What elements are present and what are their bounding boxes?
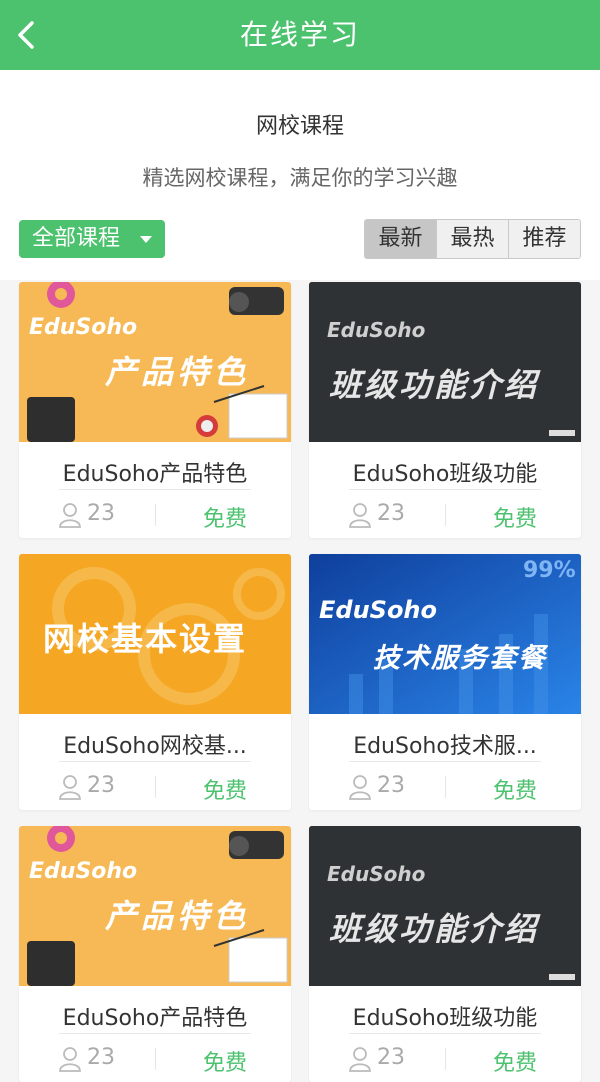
user-icon <box>59 775 81 800</box>
user-icon <box>349 775 371 800</box>
thumb-brand-text: EduSoho <box>29 859 138 884</box>
thumb-brand-text: EduSoho <box>319 596 438 624</box>
price-label: 免费 <box>492 1051 537 1076</box>
divider <box>349 1033 541 1034</box>
course-title: EduSoho班级功能 <box>352 1006 538 1031</box>
student-count: 23 <box>87 773 115 798</box>
thumb-extra-text: 99% <box>523 558 576 583</box>
course-thumbnail: EduSoho 产品特色 <box>19 826 291 986</box>
price-label: 免费 <box>492 507 537 532</box>
divider <box>445 504 446 526</box>
course-thumbnail: EduSoho 产品特色 <box>19 282 291 442</box>
divider <box>445 1048 446 1070</box>
thumb-brand-text: EduSoho <box>29 315 138 340</box>
course-meta: 23 免费 <box>309 498 581 534</box>
course-thumbnail: EduSoho 班级功能介绍 <box>309 282 581 442</box>
course-meta: 23 免费 <box>19 498 291 534</box>
divider <box>59 1033 251 1034</box>
divider <box>349 489 541 490</box>
course-card[interactable]: 99% EduSoho 技术服务套餐 EduSoho技术服... 23 免费 <box>309 554 581 810</box>
student-count: 23 <box>377 773 405 798</box>
divider <box>445 776 446 798</box>
course-title: EduSoho产品特色 <box>62 462 248 487</box>
price-label: 免费 <box>202 779 247 804</box>
course-card[interactable]: EduSoho 班级功能介绍 EduSoho班级功能 23 免费 <box>309 282 581 538</box>
course-card[interactable]: EduSoho 产品特色 EduSoho产品特色 23 免费 <box>19 282 291 538</box>
price-label: 免费 <box>492 779 537 804</box>
divider <box>349 761 541 762</box>
section-intro: 网校课程 精选网校课程，满足你的学习兴趣 <box>0 70 600 200</box>
price-label: 免费 <box>202 507 247 532</box>
course-title: EduSoho产品特色 <box>62 1006 248 1031</box>
divider <box>155 504 156 526</box>
thumb-title-text: 班级功能介绍 <box>329 366 540 404</box>
thumb-brand-text: EduSoho <box>327 862 426 886</box>
thumb-title-text: 班级功能介绍 <box>329 910 540 948</box>
student-count: 23 <box>377 501 405 526</box>
course-card[interactable]: 网校基本设置 EduSoho网校基... 23 免费 <box>19 554 291 810</box>
sort-tab-recommended[interactable]: 推荐 <box>509 220 580 258</box>
page-title: 在线学习 <box>239 18 360 51</box>
student-count: 23 <box>87 501 115 526</box>
thumb-title-text: 产品特色 <box>105 353 250 391</box>
divider <box>155 776 156 798</box>
student-count: 23 <box>87 1045 115 1070</box>
course-thumbnail: 网校基本设置 <box>19 554 291 714</box>
course-card[interactable]: EduSoho 班级功能介绍 EduSoho班级功能 23 免费 <box>309 826 581 1082</box>
thumb-title-text: 技术服务套餐 <box>373 643 547 674</box>
divider <box>155 1048 156 1070</box>
course-thumbnail: EduSoho 班级功能介绍 <box>309 826 581 986</box>
divider <box>59 761 251 762</box>
user-icon <box>59 503 81 528</box>
course-card[interactable]: EduSoho 产品特色 EduSoho产品特色 23 免费 <box>19 826 291 1082</box>
course-meta: 23 免费 <box>309 770 581 806</box>
app-header: 在线学习 <box>0 0 600 70</box>
course-meta: 23 免费 <box>309 1042 581 1078</box>
student-count: 23 <box>377 1045 405 1070</box>
thumb-title-text: 网校基本设置 <box>43 620 248 658</box>
sort-tabs: 最新 最热 推荐 <box>364 219 581 259</box>
course-thumbnail: 99% EduSoho 技术服务套餐 <box>309 554 581 714</box>
user-icon <box>349 503 371 528</box>
user-icon <box>59 1047 81 1072</box>
thumb-brand-text: EduSoho <box>327 318 426 342</box>
thumb-title-text: 产品特色 <box>105 897 250 935</box>
divider <box>59 489 251 490</box>
category-dropdown[interactable]: 全部课程 <box>19 220 165 258</box>
sort-tab-hottest[interactable]: 最热 <box>437 220 509 258</box>
course-meta: 23 免费 <box>19 770 291 806</box>
course-title: EduSoho班级功能 <box>352 462 538 487</box>
course-meta: 23 免费 <box>19 1042 291 1078</box>
user-icon <box>349 1047 371 1072</box>
section-heading: 网校课程 <box>255 114 344 139</box>
course-title: EduSoho技术服... <box>353 734 537 759</box>
course-title: EduSoho网校基... <box>63 734 247 759</box>
section-subtitle: 精选网校课程，满足你的学习兴趣 <box>142 166 458 190</box>
category-label: 全部课程 <box>32 226 121 251</box>
caret-down-icon <box>140 236 152 243</box>
sort-tab-newest[interactable]: 最新 <box>365 220 437 258</box>
price-label: 免费 <box>202 1051 247 1076</box>
